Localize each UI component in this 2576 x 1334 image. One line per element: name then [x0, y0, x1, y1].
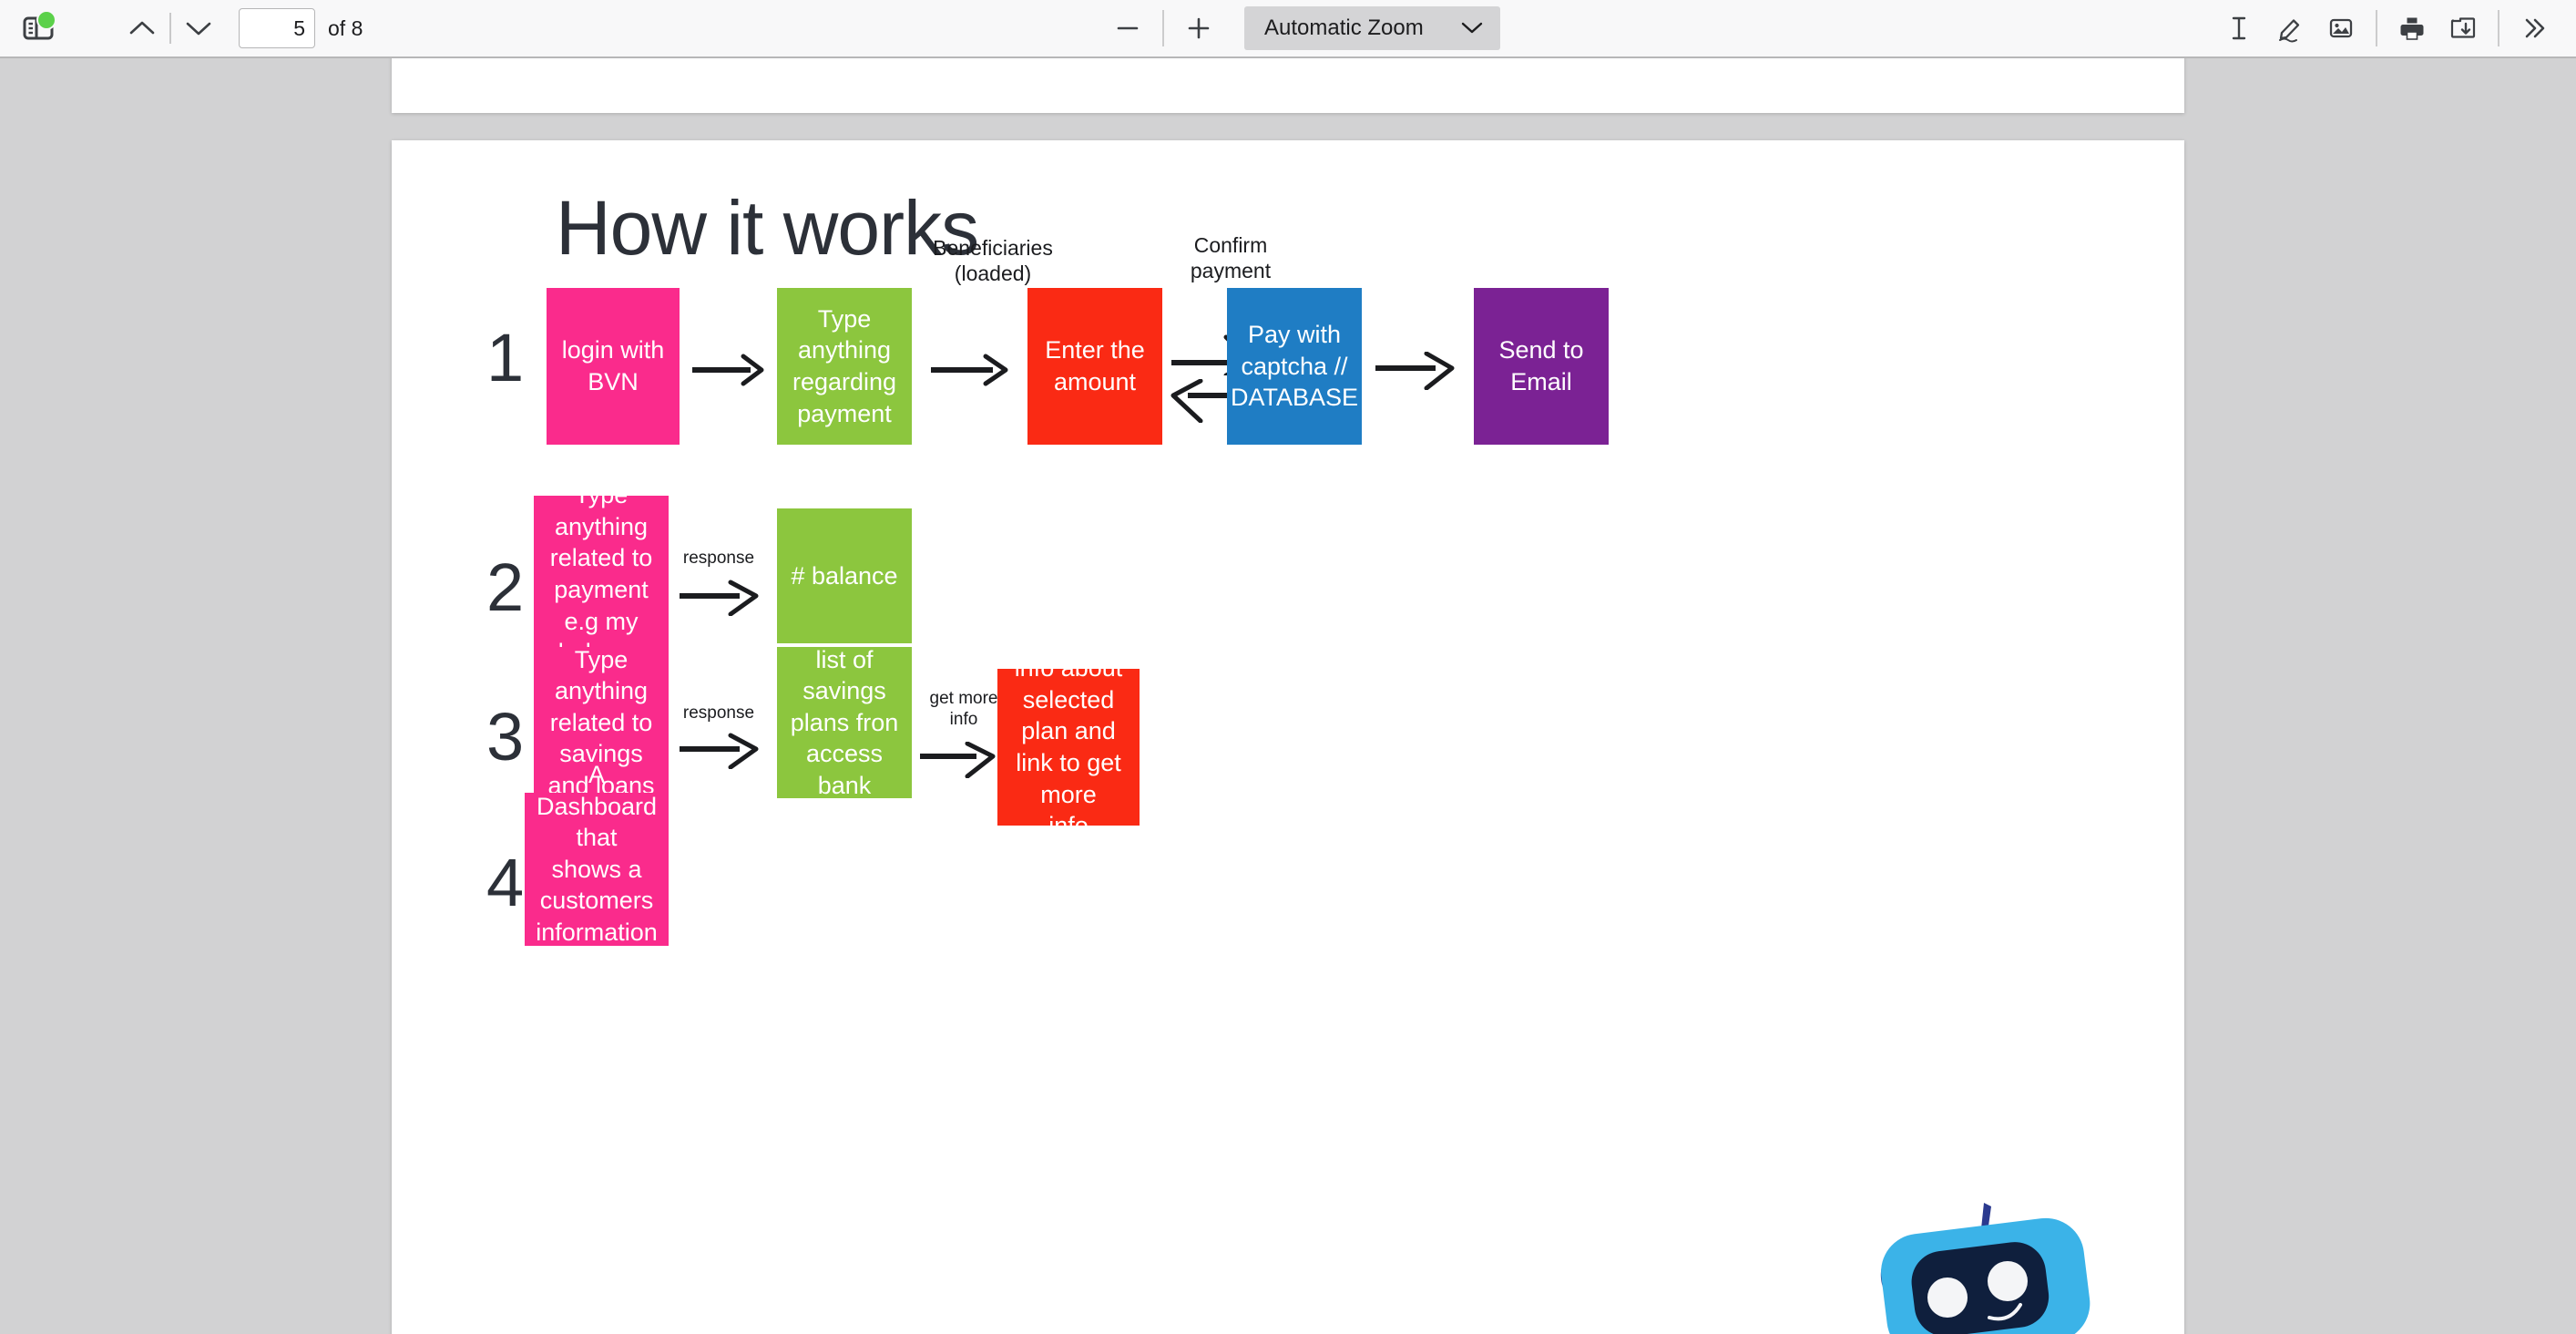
flow-box-type-payment: Type anything regarding payment [777, 288, 912, 445]
arrow-right-icon [929, 352, 1011, 393]
flow-box-text: list of savings plans fron access bank [790, 645, 899, 799]
toolbar-zoom-group: Automatic Zoom [1102, 5, 1500, 52]
flow-box-text: Enter the amount [1045, 336, 1145, 395]
zoom-level-value: Automatic Zoom [1264, 15, 1424, 40]
row-number-1: 1 [486, 320, 525, 395]
arrow-right-icon [678, 733, 762, 774]
toolbar-divider [1162, 10, 1164, 46]
toolbar-divider [2376, 10, 2377, 46]
flow-box-text: Type anythingrelated topaymente.g my bal… [549, 481, 653, 666]
image-icon[interactable] [2315, 5, 2366, 52]
sidebar-toggle-button[interactable] [13, 5, 64, 52]
print-icon[interactable] [2387, 5, 2438, 52]
edge-label-response-3: response [682, 703, 755, 723]
flow-box-text: login with BVN [561, 336, 665, 395]
zoom-in-button[interactable] [1173, 5, 1224, 52]
arrow-right-icon [678, 580, 762, 621]
slide-how-it-works: How it works 1 login with BVN Type anythi… [392, 140, 2184, 1334]
chatbot-robot-icon [1880, 1203, 2090, 1334]
chevron-down-icon [184, 18, 213, 38]
zoom-out-button[interactable] [1102, 5, 1153, 52]
row-number-3: 3 [486, 699, 525, 775]
flow-box-login-bvn: login with BVN [547, 288, 680, 445]
flow-box-info-selected-plan: info about selected plan and link to get mo… [997, 654, 1140, 839]
flow-box-pay-captcha: Pay with captcha //DATABASE [1227, 288, 1362, 445]
row-number-2: 2 [486, 549, 525, 625]
zoom-level-select[interactable]: Automatic Zoom [1244, 6, 1500, 50]
toolbar-right-group [2213, 5, 2560, 52]
chevron-down-icon [1460, 15, 1484, 41]
row-number-4: 4 [486, 845, 525, 920]
flow-box-text: # balance [791, 561, 898, 590]
text-select-icon[interactable] [2213, 5, 2264, 52]
toolbar-divider [169, 13, 171, 44]
flow-box-list-savings-plans: list of savings plans fron access bank [777, 646, 912, 799]
more-tools-icon[interactable] [2509, 5, 2560, 52]
flow-box-text: Pay with captcha //DATABASE [1230, 321, 1359, 412]
page-title: How it works [556, 185, 979, 271]
page-navigation: of 8 [117, 5, 363, 52]
sidebar-notification-dot [36, 10, 56, 30]
arrow-right-icon [690, 352, 767, 393]
pdf-page-current: How it works 1 login with BVN Type anythi… [392, 140, 2184, 1334]
previous-page-button[interactable] [117, 5, 168, 52]
flow-box-type-related-payment: Type anythingrelated topaymente.g my bal… [534, 481, 669, 666]
download-icon[interactable] [2438, 5, 2489, 52]
flow-box-enter-amount: Enter the amount [1027, 288, 1162, 445]
edge-label-get-more-info: get more info [929, 689, 998, 729]
plus-icon [1184, 14, 1213, 43]
pdf-page-previous [392, 58, 2184, 113]
pdf-viewer-canvas[interactable]: How it works 1 login with BVN Type anythi… [0, 58, 2576, 1334]
toolbar-left-group: of 8 [0, 5, 363, 52]
edge-label-response-2: response [682, 549, 755, 568]
flow-box-hash-balance: # balance [777, 508, 912, 643]
edge-label-confirm-payment: Confirm payment [1190, 233, 1272, 282]
minus-icon [1113, 14, 1142, 43]
page-total-label: of 8 [328, 15, 363, 40]
arrow-right-icon [918, 741, 998, 783]
draw-icon[interactable] [2264, 5, 2315, 52]
toolbar-divider [2498, 10, 2499, 46]
edge-label-beneficiaries: Beneficiaries (loaded) [933, 236, 1053, 285]
flow-box-send-email: Send to Email [1474, 288, 1609, 445]
arrow-right-icon [1374, 351, 1457, 395]
flow-box-text: info about selected plan and link to get mo… [1014, 654, 1123, 840]
pdf-toolbar: of 8 Automatic Zoom [0, 0, 2576, 58]
flow-box-text: A Dashboard that shows a customers informat… [536, 761, 658, 978]
chevron-up-icon [128, 18, 157, 38]
flow-box-dashboard: A Dashboard that shows a customers informat… [525, 761, 669, 977]
page-number-input[interactable] [239, 8, 315, 48]
flow-box-text: Type anything regarding payment [792, 304, 897, 427]
paysense-logo: PAY SENSE [1838, 1199, 2121, 1334]
next-page-button[interactable] [173, 5, 224, 52]
flow-box-text: Send to Email [1498, 336, 1584, 395]
